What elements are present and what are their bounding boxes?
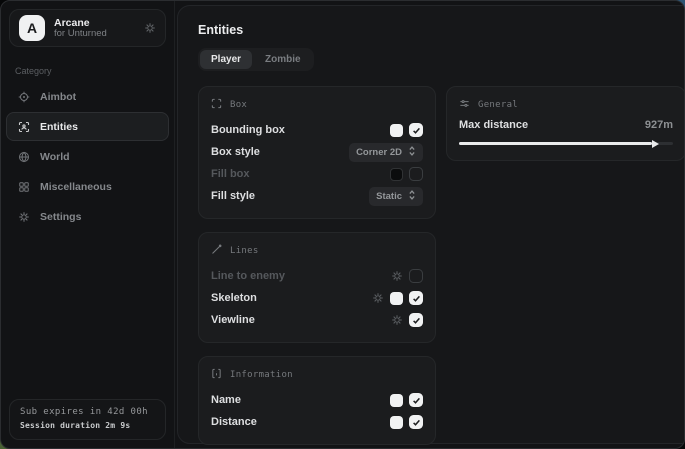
sidebar-item-label: Aimbot	[40, 91, 76, 103]
general-section-card: General Max distance 927m	[446, 86, 685, 161]
gear-icon[interactable]	[391, 314, 403, 326]
max-distance-value: 927m	[645, 119, 673, 131]
sidebar-item-label: Entities	[40, 121, 78, 133]
sidebar-item-label: World	[40, 151, 70, 163]
color-swatch[interactable]	[390, 394, 403, 407]
setting-row-bounding-box: Bounding box	[211, 119, 423, 141]
unfold-icon	[408, 146, 416, 159]
section-title: Information	[230, 370, 293, 380]
checkbox-checked[interactable]	[409, 291, 423, 305]
app-logo: A	[19, 15, 45, 41]
sidebar-item-settings[interactable]: Settings	[6, 202, 169, 231]
setting-row-fill-box: Fill box	[211, 163, 423, 185]
sidebar-item-miscellaneous[interactable]: Miscellaneous	[6, 172, 169, 201]
app-title: Arcane	[54, 17, 107, 29]
section-title: General	[478, 100, 518, 110]
gear-icon[interactable]	[372, 292, 384, 304]
setting-row-distance: Distance	[211, 411, 423, 433]
sidebar-nav: Aimbot Entities World	[1, 82, 174, 231]
box-section-card: Box Bounding box Box style	[198, 86, 436, 219]
setting-row-skeleton: Skeleton	[211, 287, 423, 309]
section-title: Lines	[230, 246, 259, 256]
gear-icon[interactable]	[391, 270, 403, 282]
diagonal-line-icon	[211, 244, 222, 258]
globe-icon	[17, 151, 31, 163]
setting-row-max-distance: Max distance 927m	[459, 119, 673, 131]
sidebar-item-entities[interactable]: Entities	[6, 112, 169, 141]
category-label: Category	[15, 66, 160, 76]
checkbox-checked[interactable]	[409, 415, 423, 429]
sidebar-item-label: Settings	[40, 211, 81, 223]
session-duration-text: Session duration 2m 9s	[20, 422, 155, 431]
slider-thumb[interactable]	[652, 140, 659, 148]
section-title: Box	[230, 100, 247, 110]
gear-icon[interactable]	[144, 22, 156, 34]
app-window: A Arcane for Unturned Category Aimbot	[0, 0, 685, 449]
tab-zombie[interactable]: Zombie	[254, 50, 312, 69]
crosshair-icon	[17, 91, 31, 103]
checkbox-unchecked[interactable]	[409, 167, 423, 181]
checkbox-unchecked[interactable]	[409, 269, 423, 283]
sliders-icon	[459, 98, 470, 112]
sidebar-item-world[interactable]: World	[6, 142, 169, 171]
grid-icon	[17, 181, 31, 193]
box-style-select[interactable]: Corner 2D	[349, 143, 423, 162]
sidebar-item-aimbot[interactable]: Aimbot	[6, 82, 169, 111]
unfold-icon	[408, 190, 416, 203]
max-distance-slider[interactable]	[459, 138, 673, 149]
slider-fill	[459, 142, 652, 145]
color-swatch[interactable]	[390, 124, 403, 137]
tab-player[interactable]: Player	[200, 50, 252, 69]
setting-row-name: Name	[211, 389, 423, 411]
color-swatch[interactable]	[390, 168, 403, 181]
checkbox-checked[interactable]	[409, 313, 423, 327]
lines-section-card: Lines Line to enemy Skeleton	[198, 232, 436, 343]
fill-style-select[interactable]: Static	[369, 187, 423, 206]
setting-row-fill-style: Fill style Static	[211, 185, 423, 207]
checkbox-checked[interactable]	[409, 393, 423, 407]
entities-scan-icon	[17, 121, 31, 133]
color-swatch[interactable]	[390, 292, 403, 305]
main-panel: Entities Player Zombie Box	[177, 5, 685, 444]
checkbox-checked[interactable]	[409, 123, 423, 137]
sidebar: A Arcane for Unturned Category Aimbot	[1, 1, 175, 448]
brand-card: A Arcane for Unturned	[9, 9, 166, 47]
information-icon	[211, 368, 222, 382]
setting-row-line-to-enemy: Line to enemy	[211, 265, 423, 287]
box-corners-icon	[211, 98, 222, 112]
subscription-status-card: Sub expires in 42d 00h Session duration …	[9, 399, 166, 440]
gear-icon	[17, 211, 31, 223]
sidebar-item-label: Miscellaneous	[40, 181, 112, 193]
color-swatch[interactable]	[390, 416, 403, 429]
app-subtitle: for Unturned	[54, 29, 107, 40]
entity-tabs: Player Zombie	[198, 48, 314, 71]
setting-row-box-style: Box style Corner 2D	[211, 141, 423, 163]
sub-expiry-text: Sub expires in 42d 00h	[20, 408, 155, 418]
setting-row-viewline: Viewline	[211, 309, 423, 331]
page-title: Entities	[198, 23, 685, 37]
information-section-card: Information Name Distance	[198, 356, 436, 445]
